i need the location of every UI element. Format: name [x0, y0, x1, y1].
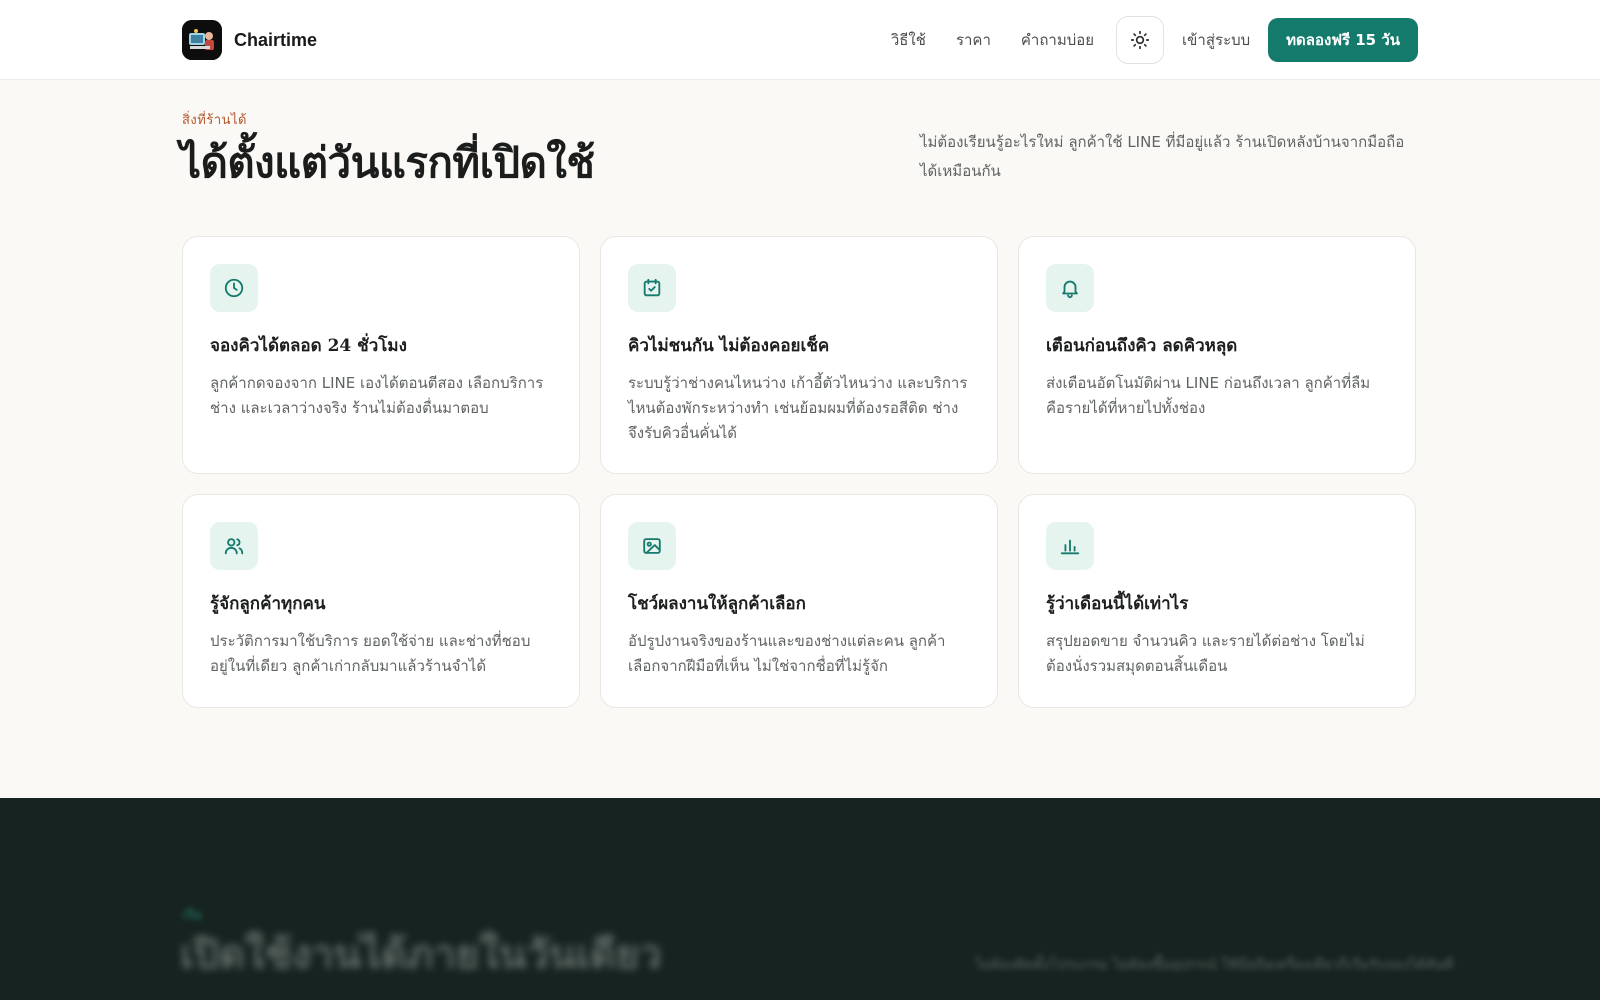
- next-section: เริ่ม เปิดใช้งานได้ภายในวันเดียว ไม่ต้อง…: [0, 798, 1600, 1000]
- brand[interactable]: Chairtime: [182, 20, 317, 60]
- theme-toggle-button[interactable]: [1116, 16, 1165, 64]
- feature-card-reminder: เตือนก่อนถึงคิว ลดคิวหลุด ส่งเตือนอัตโนม…: [1018, 236, 1416, 474]
- feature-desc: ลูกค้ากดจองจาก LINE เองได้ตอนตีสอง เลือก…: [210, 374, 544, 417]
- feature-desc: ส่งเตือนอัตโนมัติผ่าน LINE ก่อนถึงเวลา ล…: [1046, 374, 1371, 417]
- section-title: ได้ตั้งแต่วันแรกที่เปิดใช้: [180, 138, 595, 187]
- bar-chart-icon: [1060, 539, 1080, 555]
- feature-desc: อัปรูปงานจริงของร้านและของช่างแต่ละคน ลู…: [628, 632, 946, 675]
- feature-icon-box: [210, 264, 258, 312]
- feature-card-portfolio: โชว์ผลงานให้ลูกค้าเลือก อัปรูปงานจริงของ…: [600, 494, 998, 708]
- users-icon: [224, 538, 244, 555]
- feature-title: โชว์ผลงานให้ลูกค้าเลือก: [628, 594, 806, 614]
- feature-title: จองคิวได้ตลอด 24 ชั่วโมง: [210, 336, 407, 356]
- feature-desc: สรุปยอดขาย จำนวนคิว และรายได้ต่อช่าง โดย…: [1046, 632, 1365, 675]
- next-section-title: เปิดใช้งานได้ภายในวันเดียว: [180, 931, 662, 978]
- calendar-check-icon: [643, 278, 661, 297]
- feature-title: คิวไม่ชนกัน ไม่ต้องคอยเช็ค: [628, 336, 830, 356]
- feature-desc: ระบบรู้ว่าช่างคนไหนว่าง เก้าอี้ตัวไหนว่า…: [628, 374, 968, 442]
- nav-link-faq[interactable]: คำถามบ่อย: [1021, 28, 1094, 52]
- section-eyebrow: สิ่งที่ร้านได้: [182, 113, 248, 128]
- next-section-subtitle: ไม่ต้องติดตั้งโปรแกรม ไม่ต้องซื้ออุปกรณ์…: [975, 957, 1454, 973]
- brand-logo-icon: [182, 20, 222, 60]
- feature-desc: ประวัติการมาใช้บริการ ยอดใช้จ่าย และช่าง…: [210, 632, 531, 675]
- main-nav: วิธีใช้ ราคา คำถามบ่อย เข้าสู่ระบบ ทดลอง…: [891, 16, 1418, 64]
- feature-card-no-overlap: คิวไม่ชนกัน ไม่ต้องคอยเช็ค ระบบรู้ว่าช่า…: [600, 236, 998, 474]
- feature-card-know-customers: รู้จักลูกค้าทุกคน ประวัติการมาใช้บริการ …: [182, 494, 580, 708]
- sun-icon: [1130, 30, 1150, 50]
- feature-grid: จองคิวได้ตลอด 24 ชั่วโมง ลูกค้ากดจองจาก …: [182, 236, 1418, 708]
- feature-icon-box: [628, 264, 676, 312]
- top-navbar: Chairtime วิธีใช้ ราคา คำถามบ่อย เข้าสู่…: [0, 0, 1600, 80]
- bell-icon: [1062, 280, 1078, 299]
- feature-title: รู้ว่าเดือนนี้ได้เท่าไร: [1046, 594, 1189, 614]
- feature-card-monthly-revenue: รู้ว่าเดือนนี้ได้เท่าไร สรุปยอดขาย จำนวน…: [1018, 494, 1416, 708]
- feature-card-24h-booking: จองคิวได้ตลอด 24 ชั่วโมง ลูกค้ากดจองจาก …: [182, 236, 580, 474]
- free-trial-button[interactable]: ทดลองฟรี 15 วัน: [1268, 18, 1418, 62]
- feature-title: เตือนก่อนถึงคิว ลดคิวหลุด: [1046, 336, 1238, 356]
- brand-name: Chairtime: [234, 29, 318, 50]
- feature-icon-box: [1046, 522, 1094, 570]
- feature-icon-box: [628, 522, 676, 570]
- feature-icon-box: [210, 522, 258, 570]
- nav-link-how-to[interactable]: วิธีใช้: [891, 28, 926, 52]
- login-link[interactable]: เข้าสู่ระบบ: [1182, 28, 1250, 52]
- feature-title: รู้จักลูกค้าทุกคน: [210, 594, 326, 614]
- image-icon: [643, 538, 661, 554]
- section-subtitle: ไม่ต้องเรียนรู้อะไรใหม่ ลูกค้าใช้ LINE ท…: [920, 133, 1405, 180]
- clock-icon: [224, 278, 244, 298]
- feature-icon-box: [1046, 264, 1094, 312]
- nav-link-pricing[interactable]: ราคา: [956, 28, 991, 52]
